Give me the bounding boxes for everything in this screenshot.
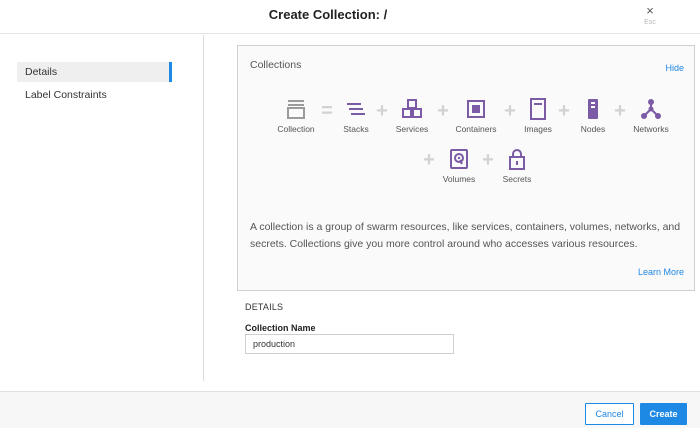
nodes-icon <box>588 99 598 119</box>
services-icon <box>402 99 422 118</box>
resource-volumes: Volumes <box>429 148 489 184</box>
cancel-button[interactable]: Cancel <box>585 403 634 425</box>
collection-description: A collection is a group of swarm resourc… <box>250 221 681 250</box>
resource-services: Services <box>382 98 442 134</box>
resource-collection: Collection <box>266 98 326 134</box>
sidebar: Details Label Constraints <box>0 35 204 381</box>
sidebar-item-details[interactable]: Details <box>17 62 172 82</box>
resource-networks: Networks <box>621 98 681 134</box>
networks-icon <box>641 99 661 119</box>
learn-more-link[interactable]: Learn More <box>638 267 684 277</box>
create-button[interactable]: Create <box>640 403 687 425</box>
stacks-icon <box>347 103 365 115</box>
hide-link[interactable]: Hide <box>665 63 684 73</box>
panel-title: Collections <box>250 59 302 71</box>
close-button[interactable]: × Esc <box>636 4 664 32</box>
collection-name-label: Collection Name <box>245 323 316 333</box>
dialog-header: Create Collection: / × Esc <box>0 0 700 34</box>
dialog-title: Create Collection: / <box>268 7 388 22</box>
secrets-icon <box>509 149 525 170</box>
close-icon: × <box>646 3 654 18</box>
resource-containers: Containers <box>446 98 506 134</box>
sidebar-item-label-constraints[interactable]: Label Constraints <box>17 85 172 105</box>
resource-secrets: Secrets <box>487 148 547 184</box>
collections-info-panel: Collections Hide Collection = Stacks + S… <box>237 45 695 291</box>
details-section-label: DETAILS <box>245 302 284 312</box>
collection-name-input[interactable] <box>245 334 454 354</box>
dialog-footer: Cancel Create <box>0 391 700 428</box>
images-icon <box>530 98 546 120</box>
volumes-icon <box>450 149 468 169</box>
esc-hint: Esc <box>644 19 656 26</box>
containers-icon <box>467 100 485 118</box>
collection-icon <box>287 100 305 119</box>
